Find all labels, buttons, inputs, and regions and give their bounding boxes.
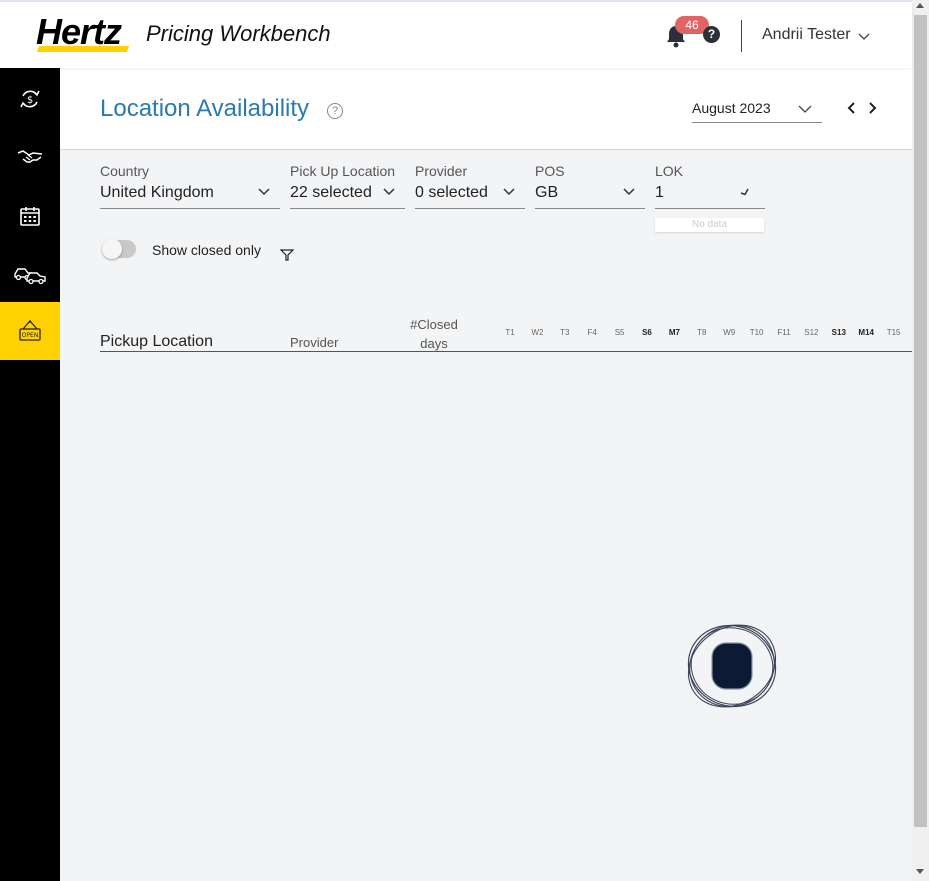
chevron-down-icon	[383, 188, 395, 196]
filter-icon[interactable]	[280, 248, 294, 262]
country-select[interactable]: Country United Kingdom	[100, 162, 280, 209]
day-column-header: W2	[531, 328, 544, 337]
sidebar-item-pricing[interactable]: $	[0, 70, 60, 128]
pickup-location-value: 22 selected	[290, 184, 372, 201]
day-column-header: T8	[697, 328, 707, 337]
sidebar: $ OPEN	[0, 68, 60, 881]
header-divider	[741, 20, 742, 52]
chevron-down-icon	[258, 188, 270, 196]
day-column-header: F11	[777, 328, 791, 337]
cars-icon	[14, 268, 46, 284]
user-name[interactable]: Andrii Tester	[762, 26, 851, 44]
open-sign-icon: OPEN	[19, 320, 41, 341]
closed-days-line1: #Closed	[410, 317, 458, 332]
day-column-header: W9	[723, 328, 736, 337]
app-title: Pricing Workbench	[146, 21, 331, 46]
hertz-logo[interactable]: Hertz	[36, 12, 132, 54]
pos-label: POS	[535, 163, 565, 179]
open-sign-text: OPEN	[22, 332, 39, 339]
chevron-down-icon	[503, 188, 515, 196]
month-select[interactable]: August 2023	[692, 98, 822, 123]
column-header-provider[interactable]: Provider	[290, 335, 338, 350]
sidebar-item-location-availability[interactable]: OPEN	[0, 302, 60, 360]
sidebar-item-deals[interactable]	[0, 128, 60, 186]
day-column-header: S12	[804, 328, 819, 337]
show-closed-toggle[interactable]	[102, 239, 136, 259]
day-column-header: F4	[587, 328, 597, 337]
scroll-up-arrow-icon[interactable]	[916, 3, 924, 8]
table-header-divider	[100, 351, 912, 352]
app-header: Hertz Pricing Workbench 46 ? Andrii Test…	[0, 2, 912, 68]
month-select-value: August 2023	[692, 100, 771, 116]
lok-value: 1	[655, 184, 664, 201]
column-header-closed-days[interactable]: #Closed days	[404, 315, 464, 353]
pos-value: GB	[535, 184, 559, 201]
lok-select[interactable]: LOK 1	[655, 162, 765, 209]
lok-label: LOK	[655, 163, 684, 179]
day-column-header: M7	[668, 328, 680, 337]
page-title: Location Availability	[100, 95, 310, 122]
help-icon[interactable]: ?	[703, 26, 720, 43]
pickup-location-label: Pick Up Location	[290, 163, 396, 179]
provider-value: 0 selected	[415, 184, 488, 201]
country-label: Country	[100, 163, 150, 179]
country-value: United Kingdom	[100, 184, 214, 201]
chevron-down-icon	[798, 105, 812, 113]
svg-text:$: $	[27, 95, 33, 106]
previous-month-icon[interactable]	[845, 101, 859, 115]
scroll-down-arrow-icon[interactable]	[916, 869, 924, 874]
logo-text: Hertz	[36, 11, 122, 52]
sidebar-item-fleet[interactable]	[0, 245, 60, 303]
day-column-header: T3	[560, 328, 570, 337]
pos-select[interactable]: POS GB	[535, 162, 645, 209]
calendar-icon	[20, 207, 40, 226]
sidebar-item-calendar[interactable]	[0, 187, 60, 245]
page-help-icon[interactable]: ?	[327, 103, 343, 119]
chevron-down-icon	[740, 188, 749, 196]
day-column-header: S5	[614, 328, 625, 337]
loading-spinner-icon	[687, 624, 777, 708]
chevron-down-icon	[623, 188, 635, 196]
handshake-icon	[17, 150, 43, 163]
day-column-header: T10	[749, 328, 764, 337]
scroll-thumb[interactable]	[914, 15, 927, 827]
provider-label: Provider	[415, 163, 468, 179]
day-column-header: S6	[642, 328, 652, 337]
column-header-pickup-location[interactable]: Pickup Location	[100, 333, 213, 351]
chevron-down-icon[interactable]	[857, 29, 871, 43]
currency-exchange-icon: $	[20, 90, 40, 108]
day-column-header: T1	[505, 328, 515, 337]
toggle-knob	[102, 239, 122, 259]
day-column-header: S13	[831, 328, 846, 337]
provider-select[interactable]: Provider 0 selected	[415, 162, 525, 209]
day-column-header: M14	[858, 328, 874, 337]
lok-no-data-dropdown: No data	[655, 218, 764, 232]
day-column-header: T15	[886, 328, 901, 337]
vertical-scrollbar[interactable]	[912, 0, 929, 881]
show-closed-label: Show closed only	[152, 242, 261, 258]
next-month-icon[interactable]	[865, 101, 879, 115]
pickup-location-select[interactable]: Pick Up Location 22 selected	[290, 162, 405, 209]
